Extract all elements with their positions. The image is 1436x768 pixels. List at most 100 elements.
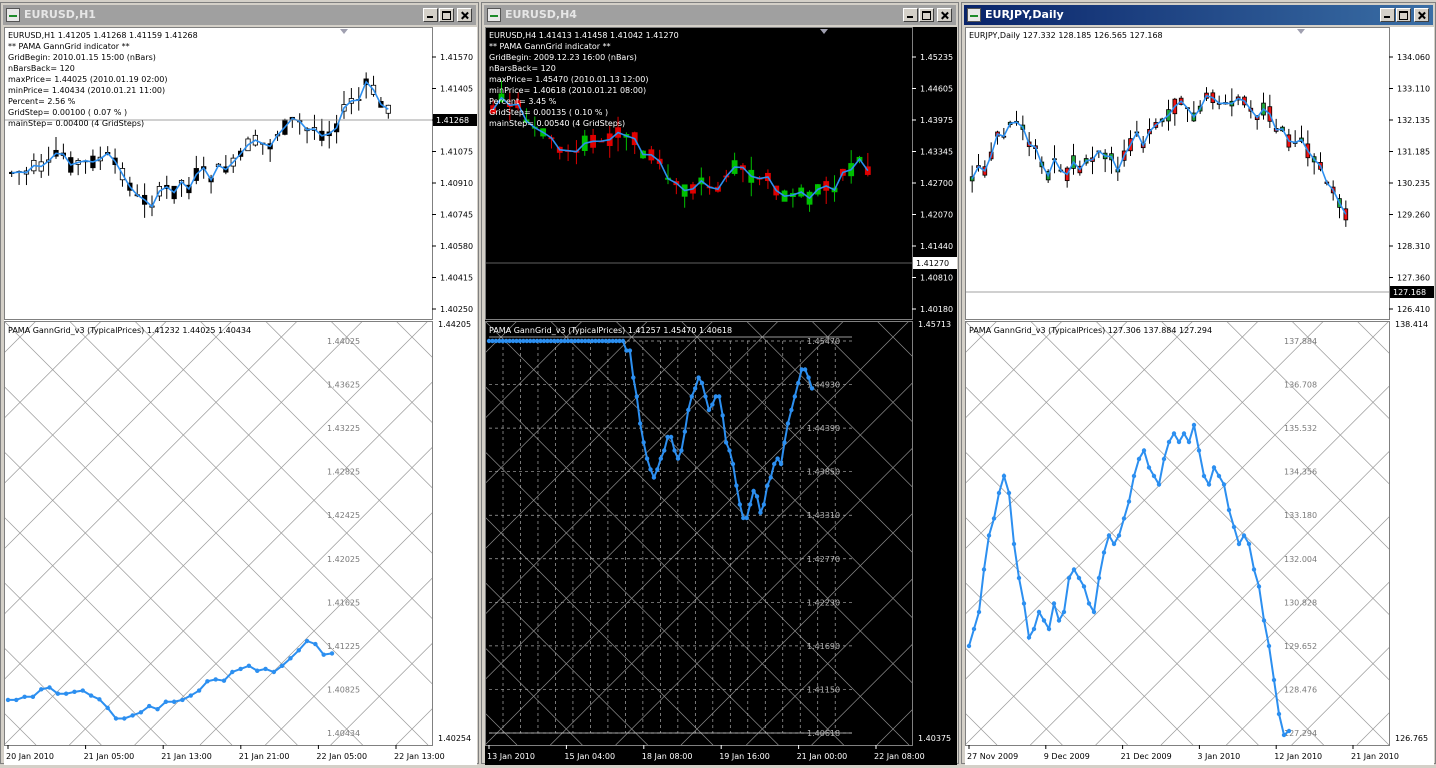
pama-point	[1006, 490, 1012, 496]
pama-point	[976, 609, 982, 615]
pama-point	[806, 375, 811, 380]
pama-point	[768, 475, 773, 480]
grid-level-label: 132.004	[1284, 555, 1317, 564]
price-axis-label: 1.41440	[920, 242, 953, 251]
pama-point	[723, 440, 729, 445]
grid-level-label: 1.41690	[807, 642, 840, 651]
minimize-button[interactable]	[1380, 8, 1395, 22]
pama-point	[1181, 431, 1187, 436]
pama-point	[710, 402, 715, 407]
maximize-button[interactable]	[439, 8, 454, 22]
window-titlebar[interactable]: EURJPY,Daily	[964, 5, 1433, 25]
grid-level-label: 1.41225	[327, 642, 360, 651]
pama-point	[1076, 575, 1082, 581]
pama-point	[981, 567, 987, 572]
pama-point	[1276, 711, 1282, 717]
pama-point	[720, 413, 725, 418]
pama-point	[1206, 482, 1212, 487]
minimize-button[interactable]	[423, 8, 438, 22]
price-axis-label: 1.40745	[440, 211, 473, 220]
chart-window-eurusd-h1[interactable]: EURUSD,H1 1.415701.414051.412401.410751.…	[0, 2, 479, 765]
grid-level-label: 129.652	[1284, 642, 1317, 651]
time-axis-label: 22 Jan 13:00	[394, 752, 445, 761]
indicator-info-line: Percent= 2.56 %	[8, 97, 76, 106]
window-titlebar[interactable]: EURUSD,H4	[484, 5, 956, 25]
price-axis-label: 131.185	[1397, 148, 1430, 157]
time-axis-label: 21 Jan 05:00	[84, 752, 135, 761]
pama-point	[1236, 541, 1242, 547]
pama-point	[213, 677, 218, 682]
pama-point	[1021, 601, 1027, 606]
indicator-info-line: Percent= 3.45 %	[489, 97, 557, 106]
pama-point	[655, 467, 660, 472]
chart-header-text: EURUSD,H1 1.41205 1.41268 1.41159 1.4126…	[8, 31, 198, 40]
price-axis-label: 132.135	[1397, 116, 1430, 125]
pama-point	[296, 648, 301, 653]
pama-point	[1001, 473, 1007, 479]
chart-window-eurjpy-daily[interactable]: EURJPY,Daily 134.060 133.110 132.135 131.18…	[961, 2, 1436, 765]
pama-point	[313, 641, 318, 647]
pama-point	[205, 679, 210, 684]
chart-area[interactable]: 134.060 133.110 132.135 131.185 130.235 129.2…	[965, 27, 1434, 765]
pama-point	[1266, 643, 1272, 649]
pama-point	[246, 663, 252, 668]
pama-point	[637, 421, 643, 426]
price-axis-label: 1.40250	[440, 305, 473, 314]
pama-point	[5, 697, 11, 703]
pama-point	[1226, 507, 1232, 513]
close-button[interactable]	[937, 8, 952, 22]
chart-window-icon	[487, 8, 501, 22]
pama-point	[171, 699, 177, 704]
pama-point	[130, 713, 135, 718]
current-price-label: 127.168	[1393, 288, 1426, 297]
chart-area[interactable]: 1.45235 1.44605 1.43975 1.43345 1.42700 1.420…	[485, 27, 957, 765]
chart-area[interactable]: 1.415701.414051.412401.410751.409101.407…	[4, 27, 477, 765]
price-axis-label: 1.40180	[920, 305, 953, 314]
pama-point	[1221, 482, 1227, 487]
pama-point	[679, 448, 684, 453]
pama-point	[662, 448, 667, 453]
pama-point	[620, 338, 626, 344]
window-title: EURUSD,H1	[24, 8, 96, 21]
pama-point	[1161, 456, 1167, 462]
pama-point	[782, 440, 787, 445]
indicator-info-line: minPrice= 1.40618 (2010.01.21 08:00)	[489, 86, 646, 95]
grid-level-label: 135.532	[1284, 424, 1317, 433]
pama-point	[631, 375, 636, 380]
grid-level-label: 1.43225	[327, 424, 360, 433]
pama-point	[1166, 439, 1172, 445]
close-button[interactable]	[457, 8, 472, 22]
pama-point	[703, 394, 708, 399]
time-axis-label: 20 Jan 2010	[6, 752, 54, 761]
price-axis-label: 130.235	[1397, 179, 1430, 188]
price-axis-label: 1.45235	[920, 53, 953, 62]
maximize-button[interactable]	[1396, 8, 1411, 22]
indicator-info-line: maxPrice= 1.44025 (2010.01.19 02:00)	[8, 75, 167, 84]
price-axis-label: 1.41570	[440, 53, 473, 62]
pama-point	[1011, 541, 1017, 547]
pama-point	[63, 691, 69, 696]
pama-point	[1191, 422, 1197, 428]
time-axis-label: 19 Jan 16:00	[719, 752, 770, 761]
grid-level-label: 1.44025	[327, 337, 360, 346]
maximize-button[interactable]	[919, 8, 934, 22]
pama-point	[675, 456, 681, 461]
pama-point	[672, 448, 677, 453]
pama-point	[1246, 541, 1252, 547]
indicator-info-line: nBarsBack= 120	[489, 64, 556, 73]
chart-window-eurusd-h4[interactable]: EURUSD,H4 1.45235 1.44605 1.43975 1.43345 1.…	[481, 2, 959, 765]
minimize-button[interactable]	[903, 8, 918, 22]
window-titlebar[interactable]: EURUSD,H1	[3, 5, 476, 25]
pama-point	[1031, 626, 1037, 632]
pama-point	[996, 490, 1002, 496]
pama-point	[689, 394, 694, 399]
pama-point	[668, 434, 674, 440]
indicator-header-text: PAMA GannGrid_v3 (TypicalPrices) 1.41232…	[8, 326, 251, 335]
close-button[interactable]	[1414, 8, 1429, 22]
pama-point	[1201, 473, 1207, 479]
pama-point	[772, 461, 777, 467]
pama-point	[14, 697, 19, 703]
chart-window-icon	[967, 8, 981, 22]
indicator-info-line: GridBegin: 2009.12.23 16:00 (nBars)	[489, 53, 637, 62]
indicator-axis-bottom-label: 126.765	[1395, 734, 1428, 743]
